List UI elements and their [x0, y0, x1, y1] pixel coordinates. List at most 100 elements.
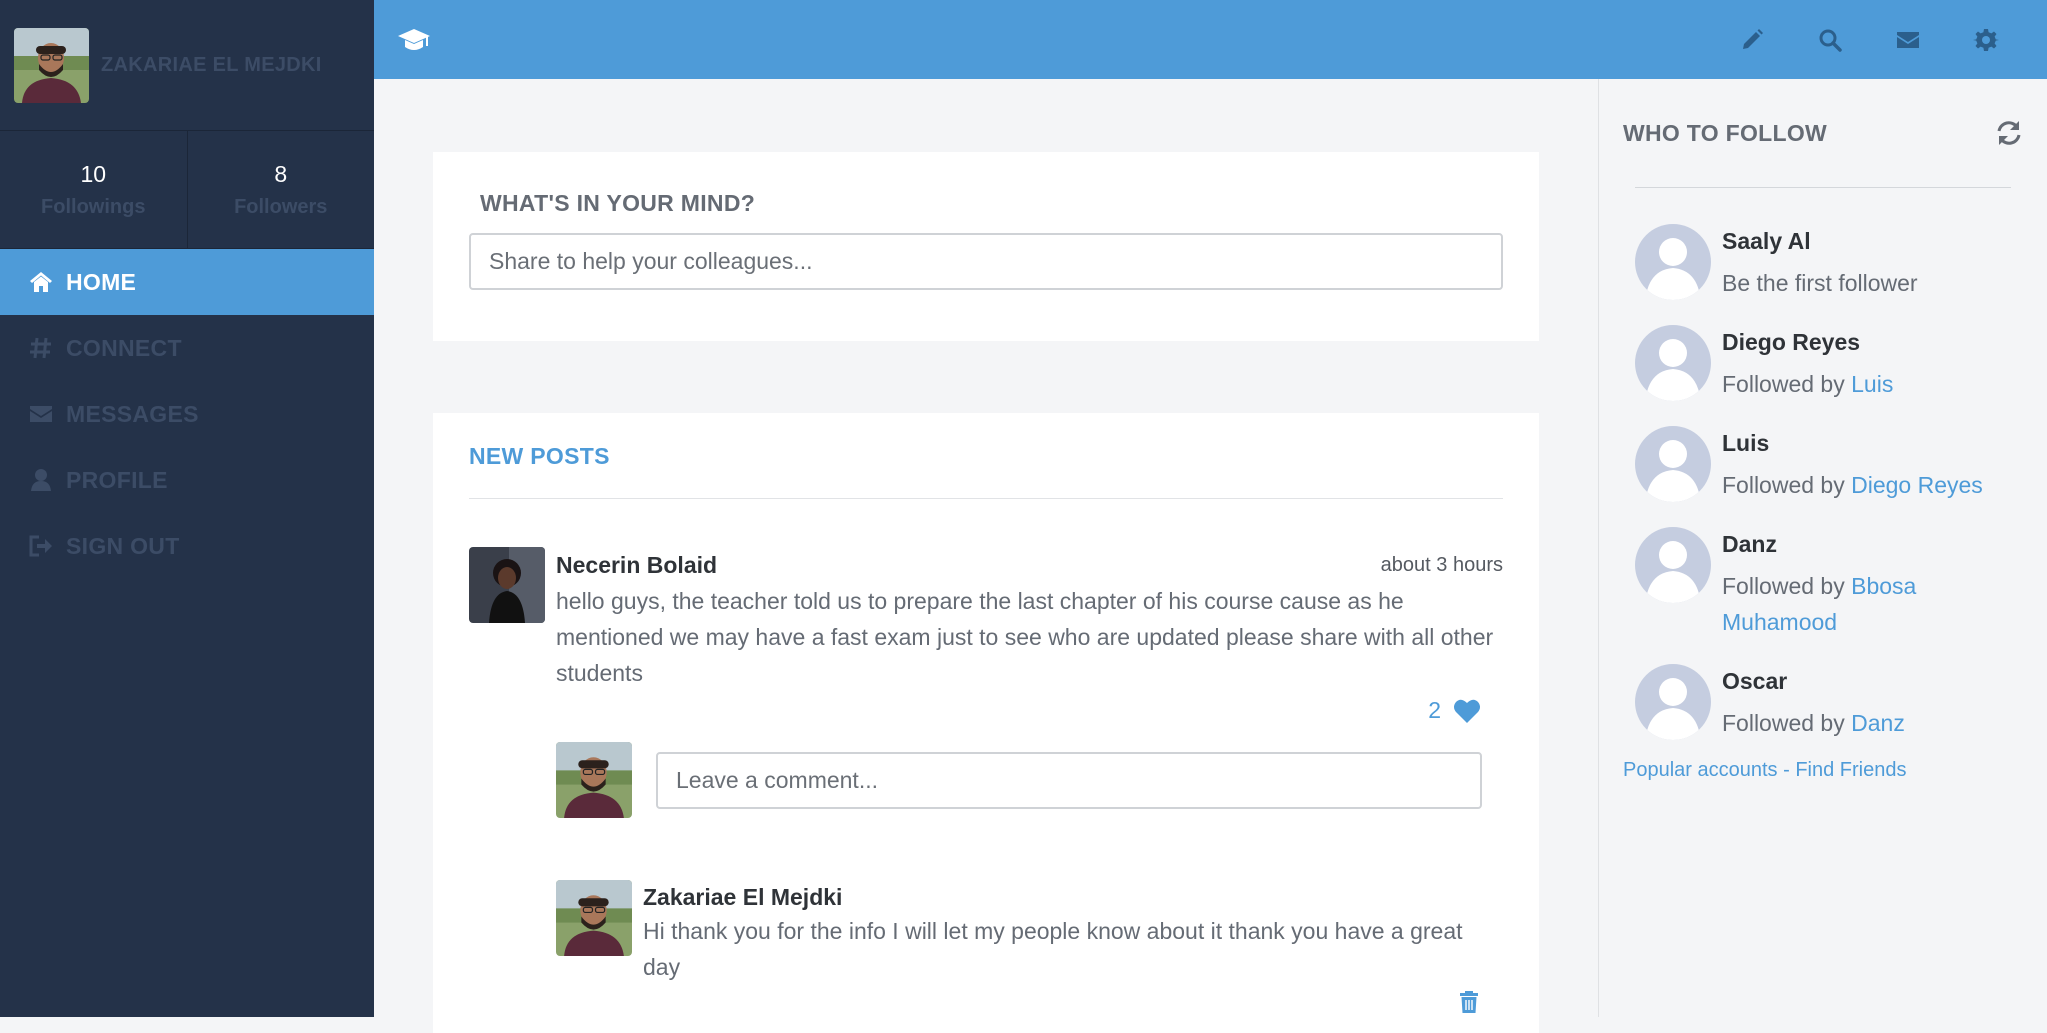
default-avatar-icon[interactable] — [1635, 224, 1711, 300]
follow-item[interactable]: Luis Followed by Diego Reyes — [1635, 426, 2047, 503]
follow-subtitle: Followed by Luis — [1722, 366, 2022, 402]
post-body: Necerin Bolaid about 3 hours hello guys,… — [556, 547, 1503, 1013]
settings-button[interactable] — [1947, 0, 2025, 79]
hashtag-icon — [30, 337, 51, 359]
sidebar-stats: 10 Followings 8 Followers — [0, 131, 374, 249]
sidebar-item-connect[interactable]: CONNECT — [0, 315, 374, 381]
sidebar-item-profile[interactable]: PROFILE — [0, 447, 374, 513]
sidebar-item-label: SIGN OUT — [66, 532, 180, 559]
comment-row — [556, 742, 1503, 818]
post-likes: 2 — [556, 697, 1481, 724]
sidebar-user: ZAKARIAE EL MEJDKI — [0, 0, 374, 131]
envelope-icon — [30, 406, 52, 422]
trash-icon — [1460, 991, 1478, 1013]
sign-out-icon — [29, 535, 52, 557]
compose-card: WHAT'S IN YOUR MIND? — [433, 152, 1539, 341]
stat-followers[interactable]: 8 Followers — [186, 131, 375, 248]
top-actions — [1713, 0, 2025, 79]
post-item: Necerin Bolaid about 3 hours hello guys,… — [469, 547, 1503, 1013]
avatar[interactable] — [556, 880, 632, 956]
sidebar: ZAKARIAE EL MEJDKI 10 Followings 8 Follo… — [0, 0, 374, 1017]
follow-item-text: Oscar Followed by Danz — [1722, 668, 2022, 741]
main-content: WHAT'S IN YOUR MIND? NEW POSTS Necerin B… — [374, 79, 1598, 1033]
delete-reply-button[interactable] — [643, 989, 1481, 1013]
envelope-icon — [1897, 31, 1919, 48]
follow-subtitle: Be the first follower — [1722, 265, 2022, 301]
posts-title: NEW POSTS — [469, 443, 1503, 499]
default-avatar-icon[interactable] — [1635, 325, 1711, 401]
follow-link[interactable]: Danz — [1851, 710, 1905, 736]
who-to-follow-panel: WHO TO FOLLOW Saaly Al Be the first foll… — [1598, 79, 2047, 1017]
sidebar-item-label: PROFILE — [66, 466, 168, 493]
heart-icon[interactable] — [1453, 698, 1481, 724]
follow-name[interactable]: Saaly Al — [1722, 228, 2022, 255]
compose-button[interactable] — [1713, 0, 1791, 79]
default-avatar-icon[interactable] — [1635, 426, 1711, 502]
follow-item[interactable]: Oscar Followed by Danz — [1635, 664, 2047, 741]
follow-prefix: Followed by — [1722, 371, 1852, 397]
follow-item-text: Luis Followed by Diego Reyes — [1722, 430, 2022, 503]
follow-subtitle: Followed by Danz — [1722, 705, 2022, 741]
posts-card: NEW POSTS Necerin Bolaid about 3 hours h… — [433, 413, 1539, 1033]
follow-name[interactable]: Luis — [1722, 430, 2022, 457]
follow-prefix: Followed by — [1722, 573, 1852, 599]
default-avatar-icon[interactable] — [1635, 664, 1711, 740]
compose-title: WHAT'S IN YOUR MIND? — [480, 190, 756, 216]
reply-body: Zakariae El Mejdki Hi thank you for the … — [643, 880, 1503, 1013]
gear-icon — [1973, 28, 1999, 51]
avatar[interactable] — [556, 742, 632, 818]
stat-followings[interactable]: 10 Followings — [0, 131, 187, 248]
messages-button[interactable] — [1869, 0, 1947, 79]
follow-item[interactable]: Diego Reyes Followed by Luis — [1635, 325, 2047, 402]
reply-item: Zakariae El Mejdki Hi thank you for the … — [556, 880, 1503, 1013]
sidebar-item-messages[interactable]: MESSAGES — [0, 381, 374, 447]
reply-author[interactable]: Zakariae El Mejdki — [643, 884, 1503, 911]
compose-input[interactable] — [469, 233, 1503, 290]
stat-label: Followers — [234, 195, 328, 218]
follow-link[interactable]: Diego Reyes — [1851, 472, 1983, 498]
search-icon — [1819, 29, 1842, 52]
post-text: hello guys, the teacher told us to prepa… — [556, 588, 1494, 686]
refresh-icon[interactable] — [1995, 119, 2023, 147]
follow-item-text: Diego Reyes Followed by Luis — [1722, 329, 2022, 402]
follow-subtitle: Followed by Diego Reyes — [1722, 467, 2022, 503]
post-time: about 3 hours — [1380, 554, 1503, 576]
follow-list: Saaly Al Be the first follower Diego Rey… — [1599, 188, 2047, 741]
sidebar-item-label: MESSAGES — [66, 400, 199, 427]
sidebar-username: ZAKARIAE EL MEJDKI — [101, 53, 322, 76]
sidebar-item-sign-out[interactable]: SIGN OUT — [0, 513, 374, 579]
follow-item-text: Danz Followed by Bbosa Muhamood — [1722, 531, 2022, 640]
graduation-cap-icon[interactable] — [396, 22, 432, 58]
avatar[interactable] — [14, 27, 89, 103]
avatar[interactable] — [469, 547, 545, 623]
comment-input[interactable] — [656, 751, 1482, 809]
follow-name[interactable]: Oscar — [1722, 668, 2022, 695]
follow-subtitle: Followed by Bbosa Muhamood — [1722, 568, 2022, 640]
post-author[interactable]: Necerin Bolaid — [556, 552, 717, 579]
sidebar-item-home[interactable]: HOME — [0, 249, 374, 315]
follow-prefix: Followed by — [1722, 472, 1852, 498]
user-icon — [31, 469, 51, 491]
like-count: 2 — [1428, 697, 1441, 723]
who-to-follow-header: WHO TO FOLLOW — [1599, 79, 2047, 147]
follow-prefix: Followed by — [1722, 710, 1852, 736]
pencil-icon — [1743, 28, 1763, 49]
follow-name[interactable]: Danz — [1722, 531, 2022, 558]
follow-name[interactable]: Diego Reyes — [1722, 329, 2022, 356]
default-avatar-icon[interactable] — [1635, 527, 1711, 603]
top-bar — [374, 0, 2047, 79]
home-icon — [30, 272, 52, 292]
stat-value: 8 — [274, 160, 288, 187]
sidebar-item-label: HOME — [66, 268, 137, 295]
search-button[interactable] — [1791, 0, 1869, 79]
post-header: Necerin Bolaid about 3 hours — [556, 552, 1503, 579]
follow-item[interactable]: Danz Followed by Bbosa Muhamood — [1635, 527, 2047, 640]
stat-value: 10 — [80, 160, 107, 187]
sidebar-nav: HOME CONNECT MESSAGES PROFILE SIGN OUT — [0, 249, 374, 579]
follow-item-text: Saaly Al Be the first follower — [1722, 228, 2022, 301]
sidebar-item-label: CONNECT — [66, 334, 182, 361]
follow-item[interactable]: Saaly Al Be the first follower — [1635, 224, 2047, 301]
find-friends-link[interactable]: Popular accounts - Find Friends — [1599, 759, 2047, 782]
who-to-follow-title: WHO TO FOLLOW — [1623, 119, 1828, 146]
follow-link[interactable]: Luis — [1851, 371, 1893, 397]
